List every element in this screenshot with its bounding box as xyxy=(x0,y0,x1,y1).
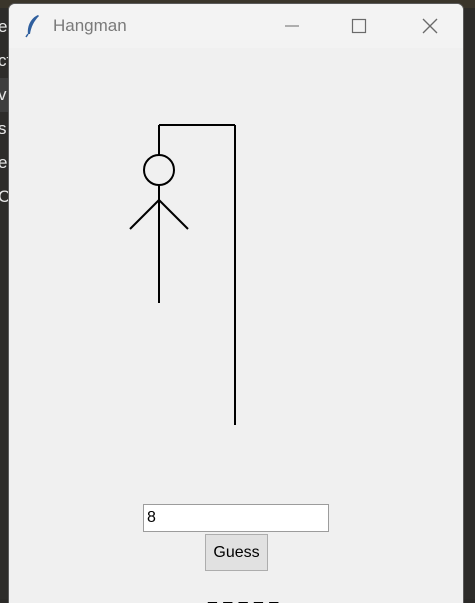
hangman-figure xyxy=(129,154,189,303)
maximize-button[interactable] xyxy=(324,4,394,48)
hangman-right-arm xyxy=(158,199,189,230)
hangman-head xyxy=(143,154,175,186)
guess-input[interactable] xyxy=(143,504,329,532)
feather-icon xyxy=(23,14,43,38)
word-display: _ _ _ _ _ xyxy=(208,587,280,603)
hangman-canvas xyxy=(129,124,236,425)
close-button[interactable] xyxy=(395,4,463,48)
guess-button[interactable]: Guess xyxy=(205,534,268,571)
background-letter: v xyxy=(0,78,8,112)
minimize-icon xyxy=(285,25,299,27)
title-bar[interactable]: Hangman xyxy=(9,4,463,48)
close-icon xyxy=(422,18,438,34)
gallows xyxy=(158,124,236,425)
window-title: Hangman xyxy=(53,16,127,35)
maximize-icon xyxy=(351,18,367,34)
hangman-window: Hangman 8 Guess _ _ _ _ _ xyxy=(8,3,464,603)
hangman-left-arm xyxy=(129,199,160,230)
minimize-button[interactable] xyxy=(257,4,327,48)
